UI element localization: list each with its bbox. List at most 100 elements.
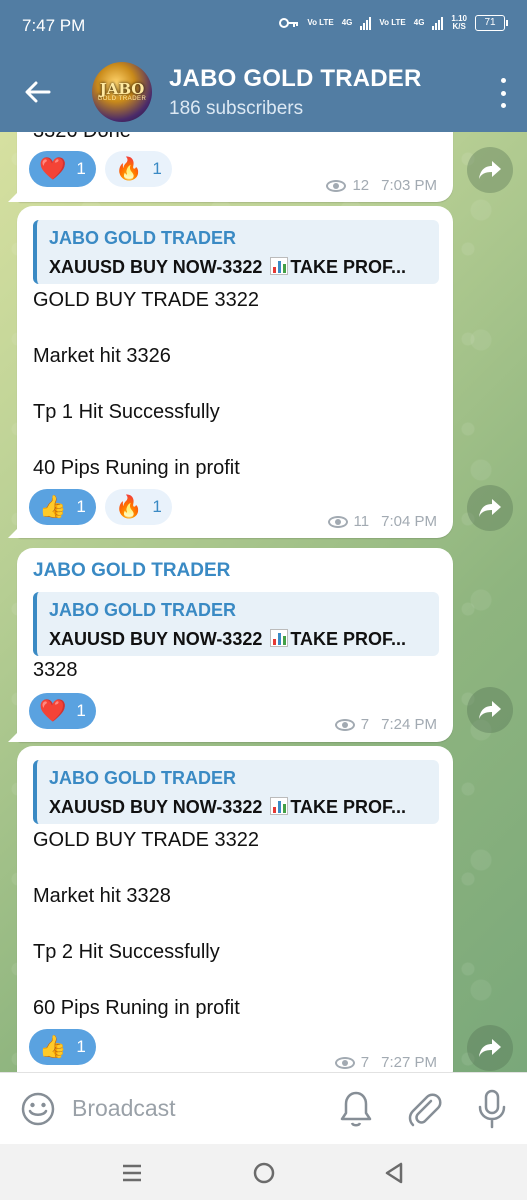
views-icon bbox=[327, 515, 348, 528]
system-nav-bar bbox=[0, 1144, 527, 1200]
share-forward-icon bbox=[479, 161, 501, 179]
chart-icon bbox=[270, 629, 289, 647]
message-line: Tp 1 Hit Successfully bbox=[33, 401, 220, 423]
share-button[interactable] bbox=[467, 1025, 513, 1071]
message-line: Market hit 3326 bbox=[33, 345, 171, 367]
subscriber-count: 186 subscribers bbox=[169, 98, 304, 119]
network-2: Vo LTE bbox=[379, 18, 406, 27]
share-button[interactable] bbox=[467, 687, 513, 733]
signal-1-icon bbox=[360, 16, 372, 30]
more-options-button[interactable] bbox=[497, 78, 509, 108]
reaction-thumbs-up[interactable]: 👍 1 bbox=[29, 489, 96, 525]
message-meta: 12 7:03 PM bbox=[326, 177, 437, 194]
view-count: 7 bbox=[360, 716, 370, 733]
recent-apps-button[interactable] bbox=[117, 1158, 147, 1188]
message-sender[interactable]: JABO GOLD TRADER bbox=[33, 560, 230, 582]
more-vertical-icon bbox=[500, 78, 506, 83]
message-line: 60 Pips Runing in profit bbox=[33, 997, 240, 1019]
view-count: 11 bbox=[353, 513, 370, 530]
emoji-icon bbox=[21, 1092, 55, 1126]
thumbs-up-icon: 👍 bbox=[39, 1034, 67, 1059]
chat-header: JABO GOLD TRADER JABO GOLD TRADER 186 su… bbox=[0, 52, 527, 132]
status-bar: 7:47 PM Vo LTE 4G Vo LTE 4G 1.10 K/S 71 bbox=[0, 0, 527, 52]
status-time: 7:47 PM bbox=[22, 16, 86, 35]
chart-icon bbox=[270, 257, 289, 275]
reply-quote[interactable]: JABO GOLD TRADER XAUUSD BUY NOW-3322 TAKE… bbox=[33, 760, 439, 824]
quote-sender: JABO GOLD TRADER bbox=[49, 228, 237, 248]
reaction-heart[interactable]: ❤️ 1 bbox=[29, 693, 96, 729]
message-line: Tp 2 Hit Successfully bbox=[33, 941, 220, 963]
message-bubble[interactable]: 3326 Done ❤️ 1 🔥 1 12 7:03 PM bbox=[8, 132, 453, 202]
quote-text: XAUUSD BUY NOW-3322 TAKE PROF... bbox=[49, 257, 407, 277]
status-icons: Vo LTE 4G Vo LTE 4G 1.10 K/S 71 bbox=[279, 15, 508, 31]
network-1: Vo LTE bbox=[307, 18, 334, 27]
fire-icon: 🔥 bbox=[115, 156, 143, 181]
message-time: 7:27 PM bbox=[381, 1054, 437, 1071]
home-button[interactable] bbox=[249, 1158, 279, 1188]
menu-lines-icon bbox=[123, 1164, 141, 1182]
thumbs-up-icon: 👍 bbox=[39, 494, 67, 519]
message-list[interactable]: 3326 Done ❤️ 1 🔥 1 12 7:03 PM JABO GOLD … bbox=[0, 132, 527, 1072]
broadcast-input[interactable]: Broadcast bbox=[72, 1095, 176, 1122]
quote-sender: JABO GOLD TRADER bbox=[49, 600, 237, 620]
share-button[interactable] bbox=[467, 147, 513, 193]
quote-text: XAUUSD BUY NOW-3322 TAKE PROF... bbox=[49, 797, 407, 817]
message-bubble[interactable]: JABO GOLD TRADER XAUUSD BUY NOW-3322 TAKE… bbox=[8, 206, 453, 538]
view-count: 12 bbox=[352, 177, 370, 194]
message-meta: 7 7:24 PM bbox=[334, 716, 437, 733]
views-icon bbox=[326, 179, 347, 192]
battery-icon: 71 bbox=[475, 15, 508, 31]
views-icon bbox=[334, 1056, 355, 1069]
reaction-fire[interactable]: 🔥 1 bbox=[105, 489, 172, 525]
quote-sender: JABO GOLD TRADER bbox=[49, 768, 237, 788]
input-bar: Broadcast bbox=[0, 1072, 527, 1144]
message-meta: 7 7:27 PM bbox=[334, 1054, 437, 1071]
message-bubble[interactable]: JABO GOLD TRADER XAUUSD BUY NOW-3322 TAKE… bbox=[17, 746, 453, 1072]
message-meta: 11 7:04 PM bbox=[327, 513, 437, 530]
network-1-type: 4G bbox=[341, 18, 353, 27]
view-count: 7 bbox=[360, 1054, 370, 1071]
paperclip-icon bbox=[408, 1093, 442, 1127]
voice-message-button[interactable] bbox=[472, 1087, 512, 1131]
heart-icon: ❤️ bbox=[39, 156, 67, 181]
quote-text: XAUUSD BUY NOW-3322 TAKE PROF... bbox=[49, 629, 407, 649]
reply-quote[interactable]: JABO GOLD TRADER XAUUSD BUY NOW-3322 TAKE… bbox=[33, 592, 439, 656]
microphone-icon bbox=[478, 1089, 506, 1129]
back-nav-button[interactable] bbox=[380, 1158, 410, 1188]
heart-icon: ❤️ bbox=[39, 698, 67, 723]
views-icon bbox=[334, 718, 355, 731]
reaction-heart[interactable]: ❤️ 1 bbox=[29, 151, 96, 187]
avatar-logo: JABO bbox=[99, 80, 145, 98]
fire-icon: 🔥 bbox=[115, 494, 143, 519]
reply-quote[interactable]: JABO GOLD TRADER XAUUSD BUY NOW-3322 TAKE… bbox=[33, 220, 439, 284]
message-line: GOLD BUY TRADE 3322 bbox=[33, 829, 260, 851]
message-time: 7:24 PM bbox=[381, 716, 437, 733]
signal-2-icon bbox=[432, 16, 444, 30]
network-2-type: 4G bbox=[413, 18, 425, 27]
chart-icon bbox=[270, 797, 289, 815]
home-circle-icon bbox=[253, 1162, 275, 1184]
channel-avatar[interactable]: JABO GOLD TRADER bbox=[92, 62, 152, 122]
share-forward-icon bbox=[479, 701, 501, 719]
back-button[interactable] bbox=[18, 72, 58, 112]
avatar-logo-sub: GOLD TRADER bbox=[97, 96, 147, 102]
share-button[interactable] bbox=[467, 485, 513, 531]
emoji-button[interactable] bbox=[20, 1091, 56, 1127]
message-line: 3328 bbox=[33, 659, 78, 681]
message-time: 7:04 PM bbox=[381, 513, 437, 530]
back-triangle-icon bbox=[385, 1162, 403, 1184]
message-bubble[interactable]: JABO GOLD TRADER JABO GOLD TRADER XAUUSD… bbox=[8, 548, 453, 742]
message-line: Market hit 3328 bbox=[33, 885, 171, 907]
channel-title[interactable]: JABO GOLD TRADER bbox=[169, 65, 422, 93]
back-arrow-icon bbox=[25, 81, 51, 103]
message-time: 7:03 PM bbox=[381, 177, 437, 194]
message-text: 3326 Done bbox=[33, 132, 131, 143]
attach-button[interactable] bbox=[404, 1089, 444, 1129]
share-forward-icon bbox=[479, 499, 501, 517]
reaction-thumbs-up[interactable]: 👍 1 bbox=[29, 1029, 96, 1065]
reaction-fire[interactable]: 🔥 1 bbox=[105, 151, 172, 187]
bell-icon bbox=[340, 1091, 372, 1127]
mute-notifications-button[interactable] bbox=[337, 1089, 375, 1129]
share-forward-icon bbox=[479, 1039, 501, 1057]
message-line: 40 Pips Runing in profit bbox=[33, 457, 240, 479]
